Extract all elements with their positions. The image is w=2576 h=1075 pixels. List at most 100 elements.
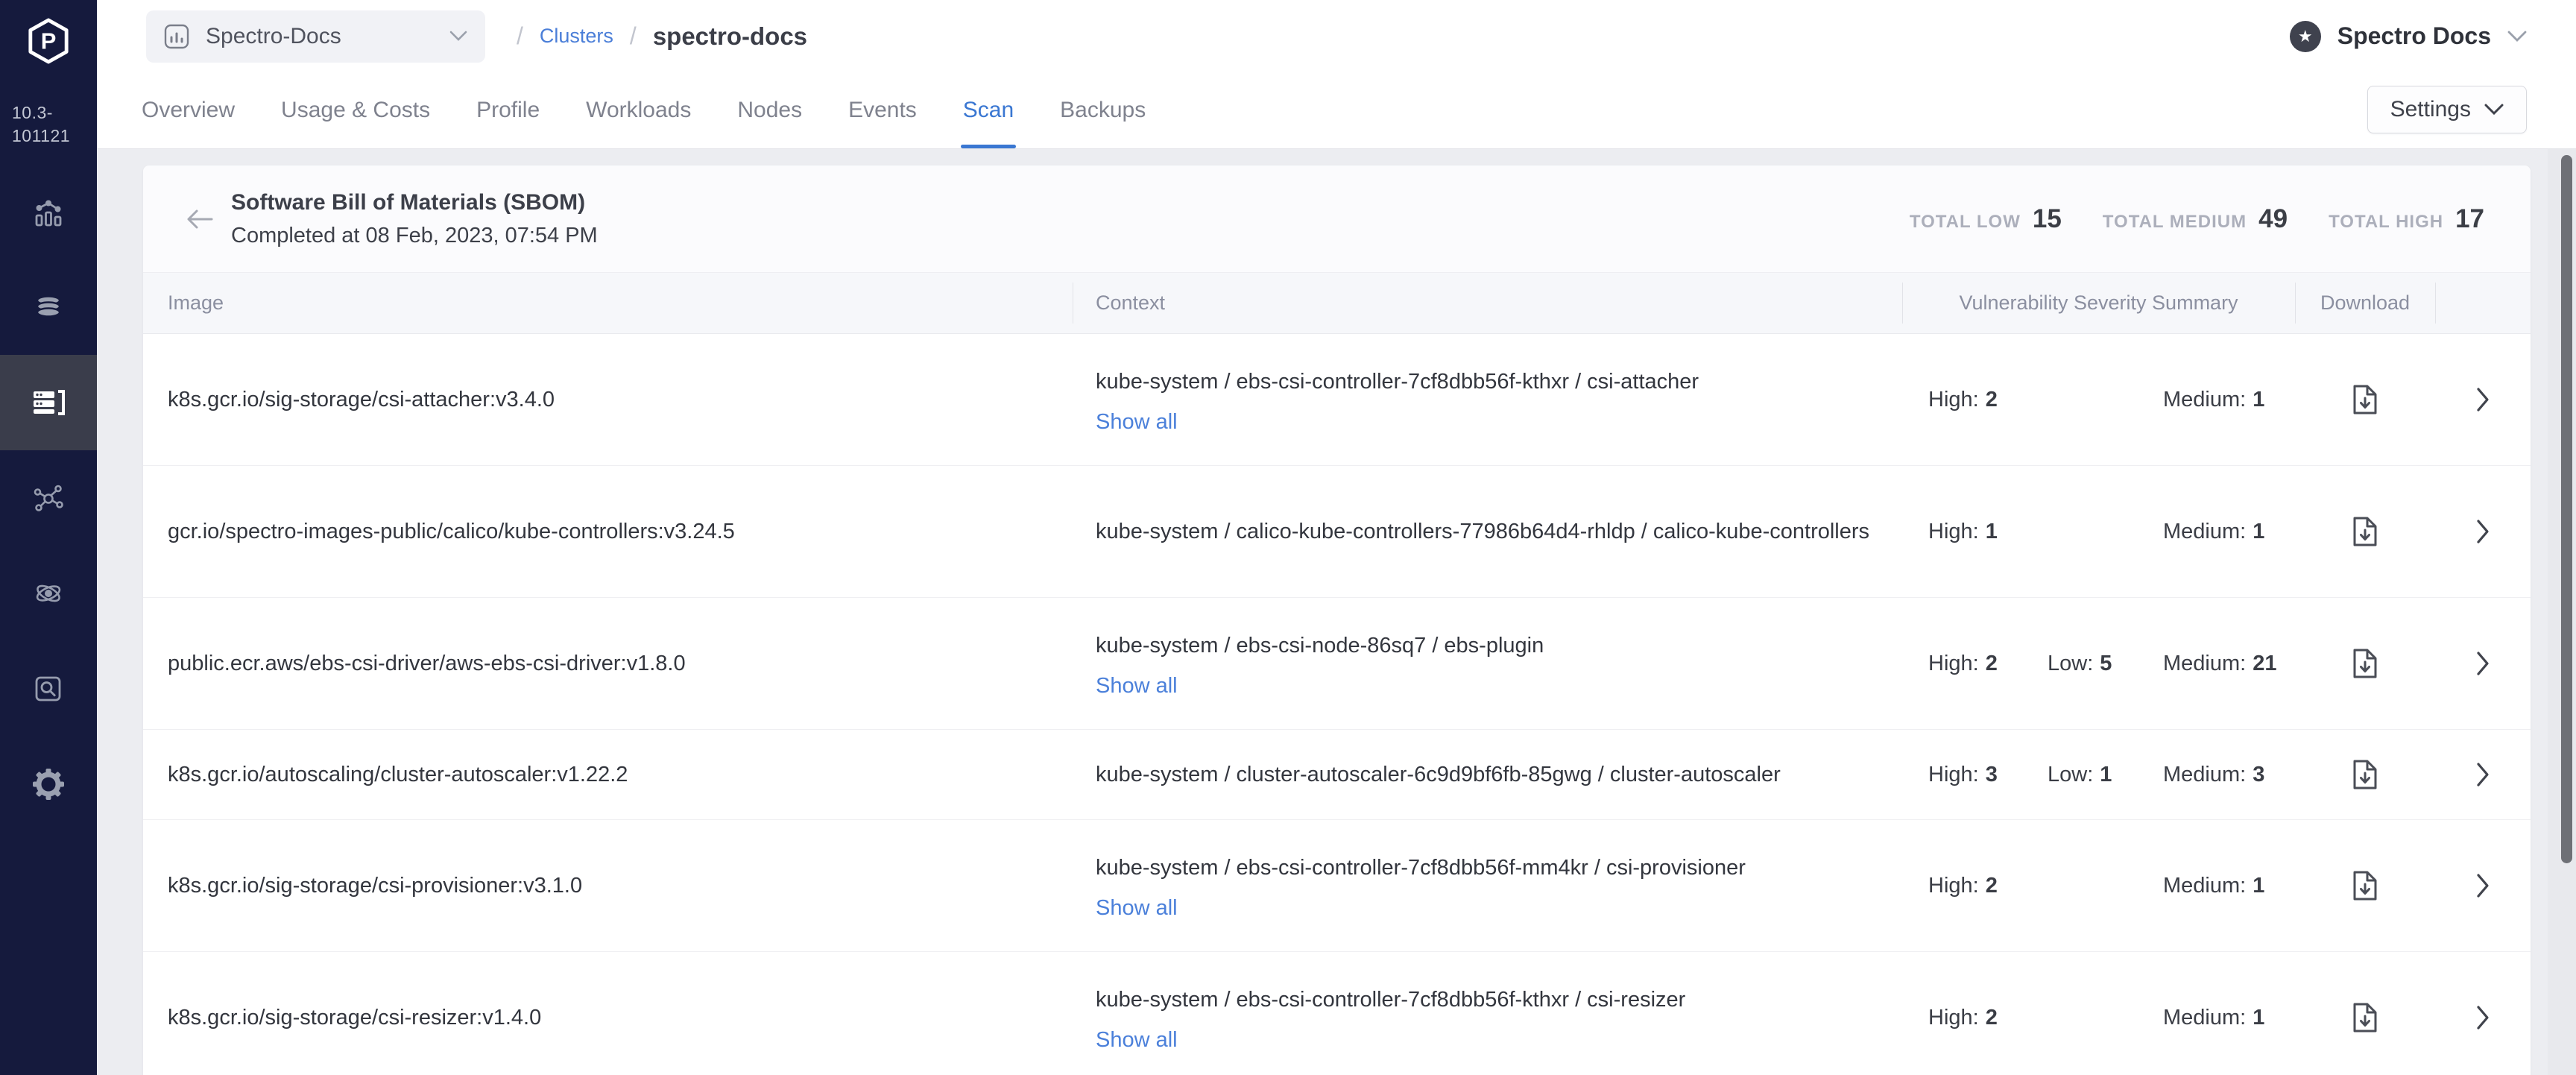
account-name: Spectro Docs — [2337, 22, 2491, 50]
file-download-icon — [2352, 870, 2378, 901]
download-button[interactable] — [2348, 511, 2382, 552]
expand-row-button[interactable] — [2472, 1000, 2494, 1035]
show-all-link[interactable]: Show all — [1096, 410, 1178, 435]
download-button[interactable] — [2348, 866, 2382, 906]
tab-events[interactable]: Events — [848, 72, 917, 148]
tab-workloads[interactable]: Workloads — [586, 72, 691, 148]
breadcrumb-link-clusters[interactable]: Clusters — [540, 25, 613, 48]
tab-profile[interactable]: Profile — [476, 72, 540, 148]
context-cell: kube-system / ebs-csi-node-86sq7 / ebs-p… — [1073, 629, 1902, 699]
severity-cell: High:1 Medium:1 — [1902, 515, 2295, 548]
tab-nodes[interactable]: Nodes — [737, 72, 802, 148]
sidebar-item-profiles[interactable] — [0, 259, 97, 355]
sidebar-item-settings[interactable] — [0, 737, 97, 832]
expand-row-button[interactable] — [2472, 868, 2494, 904]
severity-cell: High:2 Medium:1 — [1902, 383, 2295, 416]
sbom-completed-at: Completed at 08 Feb, 2023, 07:54 PM — [231, 219, 598, 252]
severity-medium: Medium:3 — [2163, 758, 2264, 791]
svg-text:P: P — [41, 28, 57, 54]
context-cell: kube-system / ebs-csi-controller-7cf8dbb… — [1073, 851, 1902, 921]
top-bar: Spectro-Docs / Clusters / spectro-docs ★… — [97, 0, 2576, 72]
account-menu[interactable]: ★ Spectro Docs — [2290, 21, 2527, 52]
table-row[interactable]: gcr.io/spectro-images-public/calico/kube… — [143, 466, 2531, 598]
dashboard-icon — [32, 197, 65, 230]
scrollbar-track — [2548, 149, 2576, 1075]
star-avatar-icon: ★ — [2290, 21, 2321, 52]
chevron-right-icon — [2476, 872, 2490, 899]
expand-row-button[interactable] — [2472, 514, 2494, 549]
sidebar-item-workspaces[interactable] — [0, 450, 97, 546]
context-cell: kube-system / cluster-autoscaler-6c9d9bf… — [1073, 758, 1902, 791]
total-low-label: TOTAL LOW — [1910, 212, 2021, 233]
breadcrumb: / Clusters / spectro-docs — [517, 22, 807, 51]
column-header-image: Image — [143, 273, 1073, 333]
arrow-left-icon — [185, 208, 215, 230]
table-header: Image Context Vulnerability Severity Sum… — [143, 273, 2531, 334]
total-medium-label: TOTAL MEDIUM — [2103, 212, 2247, 233]
gear-icon — [32, 768, 65, 801]
back-button[interactable] — [182, 201, 218, 237]
total-medium-value: 49 — [2258, 204, 2288, 234]
tab-usage-costs[interactable]: Usage & Costs — [281, 72, 430, 148]
table-row[interactable]: k8s.gcr.io/sig-storage/csi-resizer:v1.4.… — [143, 952, 2531, 1075]
download-button[interactable] — [2348, 754, 2382, 795]
file-download-icon — [2352, 648, 2378, 679]
show-all-link[interactable]: Show all — [1096, 896, 1178, 921]
sbom-card: Software Bill of Materials (SBOM) Comple… — [143, 165, 2531, 1075]
context-text: kube-system / ebs-csi-controller-7cf8dbb… — [1096, 365, 1880, 398]
severity-medium: Medium:1 — [2163, 1001, 2264, 1034]
severity-low: Low:5 — [2048, 647, 2112, 680]
settings-button[interactable]: Settings — [2367, 86, 2527, 133]
column-header-expand — [2435, 273, 2531, 333]
expand-row-button[interactable] — [2472, 382, 2494, 417]
sbom-header: Software Bill of Materials (SBOM) Comple… — [143, 165, 2531, 273]
sidebar: P 10.3- 101121 — [0, 0, 97, 1075]
file-download-icon — [2352, 1002, 2378, 1033]
severity-high: High:1 — [1928, 515, 1998, 548]
table-row[interactable]: k8s.gcr.io/sig-storage/csi-provisioner:v… — [143, 820, 2531, 952]
file-download-icon — [2352, 759, 2378, 790]
severity-cell: High:2 Medium:1 — [1902, 869, 2295, 902]
download-button[interactable] — [2348, 997, 2382, 1038]
version-label: 10.3- 101121 — [0, 82, 97, 148]
chevron-right-icon — [2476, 650, 2490, 677]
context-cell: kube-system / calico-kube-controllers-77… — [1073, 515, 1902, 548]
image-cell-text: k8s.gcr.io/sig-storage/csi-resizer:v1.4.… — [143, 1002, 1073, 1033]
project-selector[interactable]: Spectro-Docs — [146, 10, 485, 63]
download-button[interactable] — [2348, 643, 2382, 684]
orbit-rings-icon — [32, 577, 65, 610]
show-all-link[interactable]: Show all — [1096, 1028, 1178, 1053]
show-all-link[interactable]: Show all — [1096, 674, 1178, 699]
table-row[interactable]: k8s.gcr.io/sig-storage/csi-attacher:v3.4… — [143, 334, 2531, 466]
total-high: TOTAL HIGH 17 — [2329, 204, 2484, 234]
context-cell: kube-system / ebs-csi-controller-7cf8dbb… — [1073, 983, 1902, 1053]
sidebar-item-cluster-groups[interactable] — [0, 546, 97, 641]
severity-high: High:3 — [1928, 758, 1998, 791]
tab-scan[interactable]: Scan — [963, 72, 1014, 148]
context-text: kube-system / ebs-csi-controller-7cf8dbb… — [1096, 851, 1880, 884]
context-text: kube-system / calico-kube-controllers-77… — [1096, 515, 1880, 548]
bar-chart-icon — [164, 24, 189, 49]
scrollbar-thumb[interactable] — [2561, 155, 2572, 863]
table-row[interactable]: k8s.gcr.io/autoscaling/cluster-autoscale… — [143, 730, 2531, 820]
total-medium: TOTAL MEDIUM 49 — [2103, 204, 2288, 234]
total-high-value: 17 — [2455, 204, 2484, 234]
sidebar-item-clusters[interactable] — [0, 355, 97, 450]
severity-medium: Medium:1 — [2163, 383, 2264, 416]
severity-high: High:2 — [1928, 869, 1998, 902]
context-text: kube-system / ebs-csi-node-86sq7 / ebs-p… — [1096, 629, 1880, 662]
severity-totals: TOTAL LOW 15 TOTAL MEDIUM 49 TOTAL HIGH … — [1910, 204, 2484, 234]
sidebar-item-audit[interactable] — [0, 641, 97, 737]
table-row[interactable]: public.ecr.aws/ebs-csi-driver/aws-ebs-cs… — [143, 598, 2531, 730]
tab-backups[interactable]: Backups — [1060, 72, 1146, 148]
expand-row-button[interactable] — [2472, 646, 2494, 681]
severity-high: High:2 — [1928, 1001, 1998, 1034]
severity-high: High:2 — [1928, 647, 1998, 680]
palette-logo-icon[interactable]: P — [0, 0, 97, 82]
expand-row-button[interactable] — [2472, 757, 2494, 792]
column-header-download: Download — [2295, 273, 2435, 333]
sidebar-item-dashboard[interactable] — [0, 165, 97, 261]
severity-low: Low:1 — [2048, 758, 2112, 791]
download-button[interactable] — [2348, 379, 2382, 420]
tab-overview[interactable]: Overview — [142, 72, 235, 148]
